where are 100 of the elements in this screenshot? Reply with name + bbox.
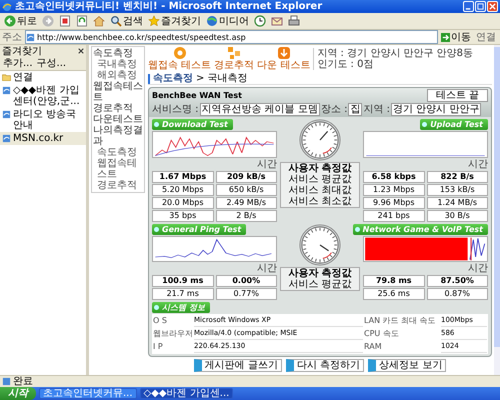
- submenu-item[interactable]: 경로추적: [92, 180, 144, 191]
- stop-icon: [59, 15, 71, 27]
- search-button[interactable]: 검색: [108, 14, 145, 28]
- action-button[interactable]: 다시 측정하기: [286, 359, 364, 372]
- table-cell-text: O S: [153, 315, 168, 327]
- envelope-icon: [271, 15, 283, 27]
- axis-label: 시간: [257, 263, 277, 274]
- favorite-item[interactable]: ◇◆◆바젠 가입센터(안양,군...: [0, 84, 86, 108]
- value-cell: 9.96 Mbps: [363, 197, 424, 209]
- go-button[interactable]: 이동: [441, 32, 471, 42]
- organize-button[interactable]: 구성...: [36, 58, 68, 69]
- clock-icon: [254, 15, 266, 27]
- table-cell: 웹브라우저: [153, 328, 193, 340]
- shortcut-link[interactable]: 다운 테스트: [257, 46, 310, 71]
- maximize-icon: [477, 3, 484, 10]
- status-field: 테스트 끝: [426, 89, 488, 102]
- axis-label: 시간: [468, 159, 488, 170]
- favorites-button[interactable]: 즐겨찾기: [146, 14, 203, 28]
- favorite-item[interactable]: 연결: [0, 71, 86, 84]
- home-button[interactable]: [91, 14, 107, 28]
- maximize-button[interactable]: [475, 1, 486, 12]
- back-button[interactable]: 뒤로: [2, 14, 39, 28]
- shortcut-link[interactable]: 웹접속 테스트: [148, 46, 212, 71]
- value-cell: 100.9 ms: [152, 275, 214, 287]
- value-cell: 0.00%: [216, 275, 277, 287]
- field-value: 지역유선방송 케이블 모뎀: [200, 103, 320, 116]
- forward-arrow-icon: [42, 15, 54, 27]
- minimize-button[interactable]: [463, 1, 474, 12]
- section-title: General Ping Test: [152, 224, 246, 235]
- value-cell: 5.20 Mbps: [152, 184, 214, 196]
- menu-item[interactable]: 다운테스트: [92, 114, 144, 125]
- section-title: Download Test: [152, 119, 233, 130]
- row-label: 서비스 평균값: [288, 279, 352, 290]
- field-label: 서비스명 :: [152, 104, 199, 115]
- breadcrumb-current: 국내측정: [207, 73, 248, 84]
- value-cell: 153 kB/s: [426, 184, 488, 196]
- section-title: Network Game & VoIP Test: [352, 224, 488, 235]
- table-cell-text: RAM: [364, 341, 383, 353]
- value-cell: 1.23 Mbps: [363, 184, 424, 196]
- favorite-item[interactable]: MSN.co.kr: [0, 132, 86, 145]
- address-label: 주소: [2, 32, 22, 42]
- section-title: Upload Test: [420, 119, 488, 130]
- close-icon: [78, 48, 84, 54]
- taskbar-button[interactable]: ◇◆◆바젠 가입센...: [140, 388, 234, 399]
- value-cell: 35 bps: [152, 210, 214, 222]
- menu-item[interactable]: 경로추적: [92, 103, 144, 114]
- add-favorite-button[interactable]: 추가...: [2, 58, 34, 69]
- gauge-drawing: [299, 224, 341, 266]
- value-cell: 6.58 kbps: [363, 171, 424, 183]
- value-cell: 209 kB/s: [216, 171, 277, 183]
- print-button[interactable]: [286, 14, 302, 28]
- value-cell: 650 kB/s: [216, 184, 277, 196]
- menu-item[interactable]: 속도측정: [92, 48, 144, 59]
- field-value: 집: [348, 103, 362, 116]
- table-cell-text: I P: [153, 341, 164, 353]
- taskbar-button[interactable]: 초고속인터넷커뮤...: [39, 388, 137, 399]
- info-text: 지역 : 경기 안양시 만안구 안양8동: [317, 48, 473, 58]
- value-cell: 2.49 MB/s: [216, 197, 277, 209]
- row-label: 사용자 측정값: [288, 163, 352, 174]
- breadcrumb-section: 속도측정: [153, 73, 193, 84]
- section-title: 시스템 정보: [152, 302, 210, 313]
- shortcut-link[interactable]: 경로추적: [214, 46, 254, 71]
- value-cell: 1.67 Mbps: [152, 171, 214, 183]
- action-button[interactable]: 게시판에 글쓰기: [194, 359, 282, 372]
- back-arrow-icon: [4, 15, 16, 27]
- go-arrow-icon: [441, 32, 450, 42]
- search-icon: [110, 15, 122, 27]
- menu-item[interactable]: 나의측정결과: [92, 125, 144, 147]
- links-button[interactable]: 연결: [474, 32, 498, 42]
- favorite-item[interactable]: 라디오 방송국 안내: [0, 108, 86, 132]
- browser-icon: [2, 2, 12, 12]
- blocks-icon: [227, 46, 242, 60]
- stop-button[interactable]: [57, 14, 73, 28]
- value-cell: 87.50%: [426, 275, 488, 287]
- heading-marker: [148, 74, 150, 84]
- menu-item[interactable]: 웹접속테스트: [92, 81, 144, 103]
- status-text: 완료: [13, 376, 33, 387]
- address-field[interactable]: http://www.benchbee.co.kr/speedtest/speedtest.asp: [25, 30, 438, 44]
- field-label: 장소 :: [320, 104, 348, 115]
- submenu-item[interactable]: 해외측정: [92, 70, 144, 81]
- printer-icon: [288, 15, 300, 27]
- submenu-item[interactable]: 국내측정: [92, 59, 144, 70]
- value-cell: 0.87%: [426, 288, 488, 300]
- value-cell: 79.8 ms: [363, 275, 424, 287]
- value-cell: 2 B/s: [216, 210, 277, 222]
- action-button[interactable]: 상세정보 보기: [368, 359, 446, 372]
- row-label: 서비스 최대값: [288, 185, 352, 196]
- submenu-item[interactable]: 웹접속테스트: [92, 158, 144, 180]
- window-title: 초고속인터넷커뮤니티! 벤치비! - Microsoft Internet Explorer: [15, 1, 324, 12]
- submenu-item[interactable]: 속도측정: [92, 147, 144, 158]
- field-value: 경기 안양시 만안구: [391, 103, 482, 116]
- close-icon: [489, 3, 496, 10]
- close-button[interactable]: [78, 48, 84, 54]
- refresh-button[interactable]: [74, 14, 90, 28]
- media-button[interactable]: 미디어: [204, 14, 251, 28]
- value-cell: 0.77%: [216, 288, 277, 300]
- info-text: 인기도 : 0점: [317, 58, 374, 70]
- history-button[interactable]: [252, 14, 268, 28]
- table-cell-text: LAN 카드 최대 속도: [364, 315, 437, 327]
- table-cell-text: CPU 속도: [364, 328, 400, 340]
